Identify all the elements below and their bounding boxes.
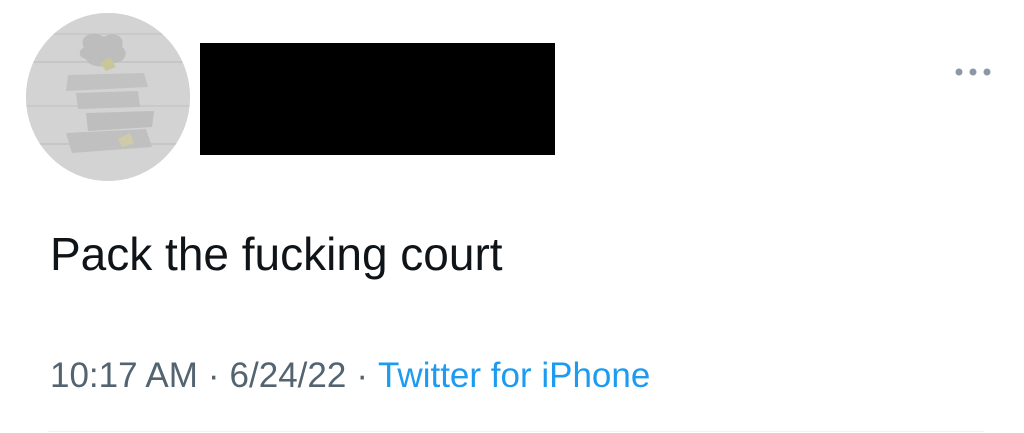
tweet: Pack the fucking court 10:17 AM · 6/24/22 ·…: [0, 0, 1024, 433]
tweet-metadata: 10:17 AM · 6/24/22 · Twitter for iPhone: [50, 352, 650, 400]
tweet-time[interactable]: 10:17 AM: [50, 356, 198, 395]
tweet-source-link[interactable]: Twitter for iPhone: [378, 356, 650, 395]
more-horizontal-icon: [953, 67, 993, 77]
avatar[interactable]: [26, 13, 190, 181]
meta-separator: ·: [356, 356, 368, 395]
avatar-image: [26, 13, 190, 181]
divider: [48, 431, 984, 432]
tweet-text: Pack the fucking court: [50, 228, 503, 280]
more-options-button[interactable]: [950, 58, 996, 86]
meta-separator: ·: [207, 356, 220, 395]
tweet-date[interactable]: 6/24/22: [230, 356, 347, 395]
redacted-username: [200, 43, 555, 155]
